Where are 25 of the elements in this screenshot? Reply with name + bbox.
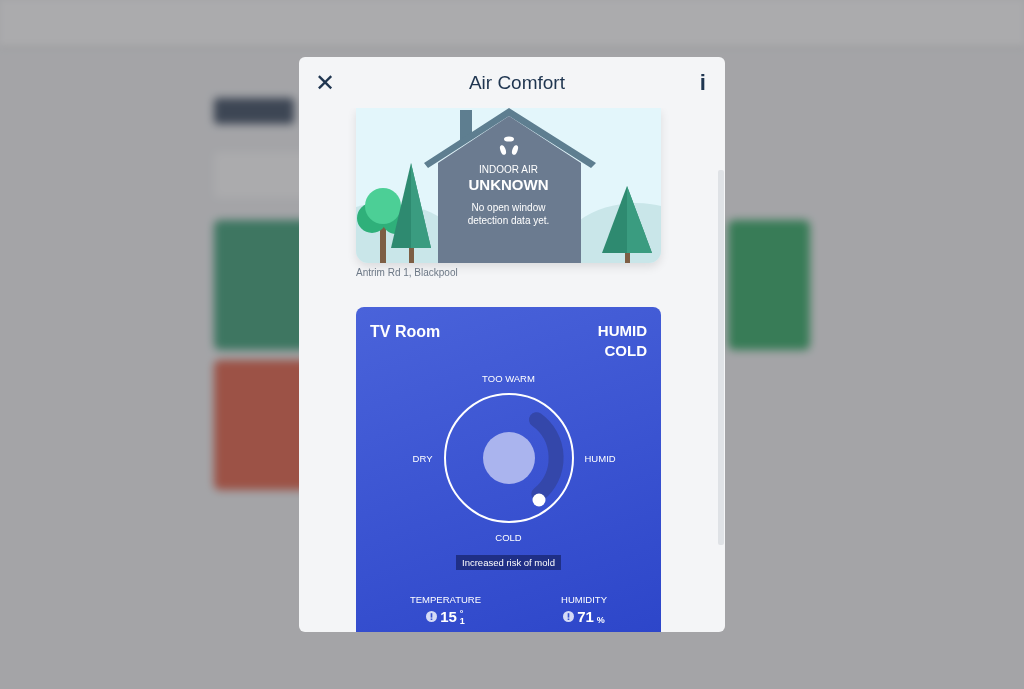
- mold-warning-badge: Increased risk of mold: [456, 555, 561, 570]
- metric-unit: %: [596, 615, 605, 625]
- metric-label: HUMIDITY: [561, 594, 607, 605]
- info-button[interactable]: i: [696, 71, 709, 94]
- metric-label: TEMPERATURE: [410, 594, 482, 605]
- dial-label: TOO WARM: [482, 373, 535, 384]
- scrollbar-thumb[interactable]: [718, 170, 724, 545]
- metric-unit: °: [459, 608, 465, 617]
- room-name: TV Room: [370, 323, 441, 342]
- dial-label: COLD: [495, 532, 522, 543]
- metric-value: 71: [577, 608, 594, 625]
- close-button[interactable]: ✕: [313, 70, 337, 95]
- air-message: No open window detection data yet.: [466, 201, 551, 227]
- address-text: Antrim Rd 1, Blackpool: [356, 267, 459, 278]
- dial-label: HUMID: [584, 452, 616, 464]
- metric-value: 15: [440, 608, 457, 625]
- room-state: HUMID: [597, 321, 647, 341]
- dial-label: DRY: [412, 452, 433, 464]
- air-status: UNKNOWN: [468, 176, 549, 193]
- metric-decimal: 1: [459, 616, 465, 625]
- dialog-title: Air Comfort: [468, 71, 565, 94]
- indoor-air-label: INDOOR AIR: [479, 164, 538, 175]
- warning-icon: [563, 611, 575, 622]
- warning-icon: [426, 611, 438, 622]
- room-state: COLD: [603, 341, 647, 361]
